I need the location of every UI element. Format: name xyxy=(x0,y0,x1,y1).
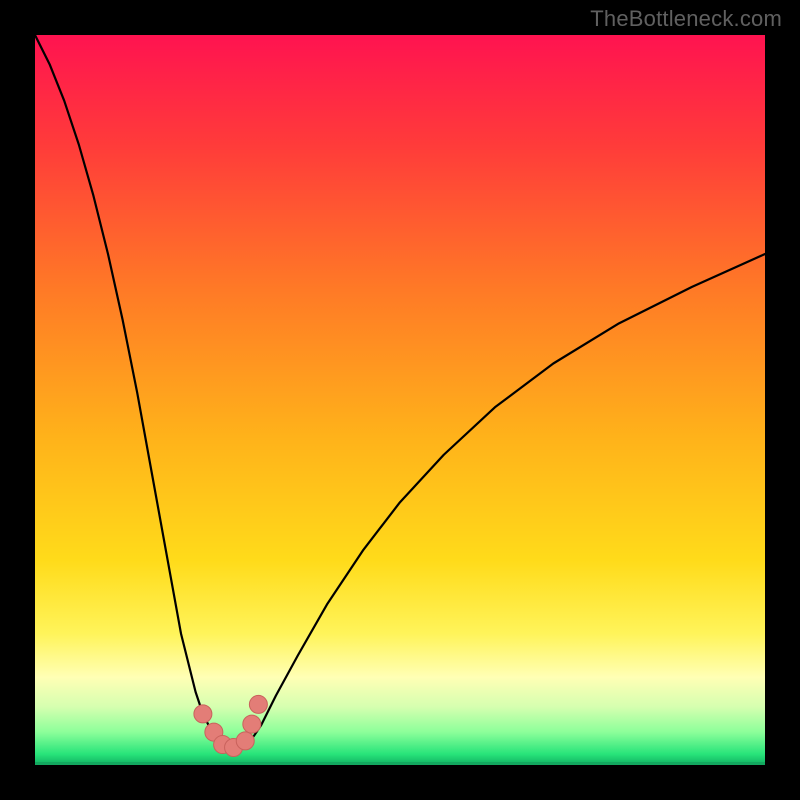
data-marker xyxy=(194,705,212,723)
gradient-background xyxy=(35,35,765,765)
plot-area xyxy=(35,35,765,765)
data-marker xyxy=(236,732,254,750)
data-marker xyxy=(249,695,267,713)
chart-frame: TheBottleneck.com xyxy=(0,0,800,800)
data-marker xyxy=(243,715,261,733)
chart-svg xyxy=(35,35,765,765)
baseline-strip xyxy=(35,762,765,765)
watermark-text: TheBottleneck.com xyxy=(590,6,782,32)
